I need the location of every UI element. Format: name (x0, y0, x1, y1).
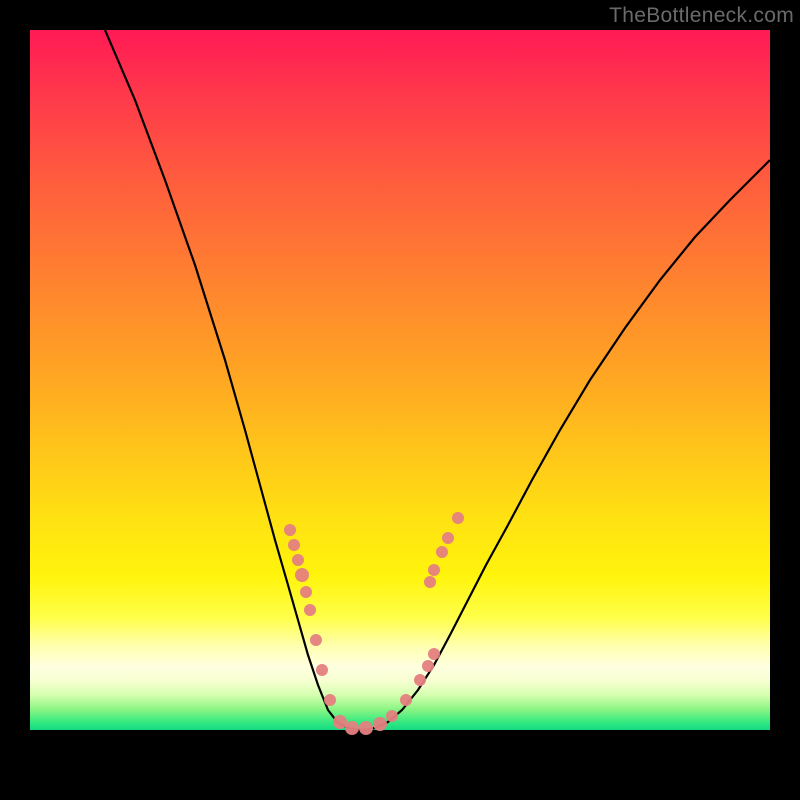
data-marker (316, 664, 328, 676)
data-marker (324, 694, 336, 706)
data-marker (304, 604, 316, 616)
data-marker (400, 694, 412, 706)
data-marker (295, 568, 309, 582)
data-markers (284, 512, 464, 735)
data-marker (452, 512, 464, 524)
watermark-text: TheBottleneck.com (609, 4, 794, 28)
data-marker (414, 674, 426, 686)
data-marker (436, 546, 448, 558)
chart-frame (30, 30, 770, 770)
bottleneck-curve (105, 30, 770, 730)
data-marker (333, 715, 347, 729)
data-marker (422, 660, 434, 672)
data-marker (386, 710, 398, 722)
data-marker (373, 717, 387, 731)
chart-svg (30, 30, 770, 770)
data-marker (442, 532, 454, 544)
data-marker (359, 721, 373, 735)
data-marker (284, 524, 296, 536)
data-marker (310, 634, 322, 646)
data-marker (288, 539, 300, 551)
data-marker (300, 586, 312, 598)
data-marker (428, 648, 440, 660)
data-marker (428, 564, 440, 576)
data-marker (424, 576, 436, 588)
data-marker (292, 554, 304, 566)
data-marker (345, 721, 359, 735)
